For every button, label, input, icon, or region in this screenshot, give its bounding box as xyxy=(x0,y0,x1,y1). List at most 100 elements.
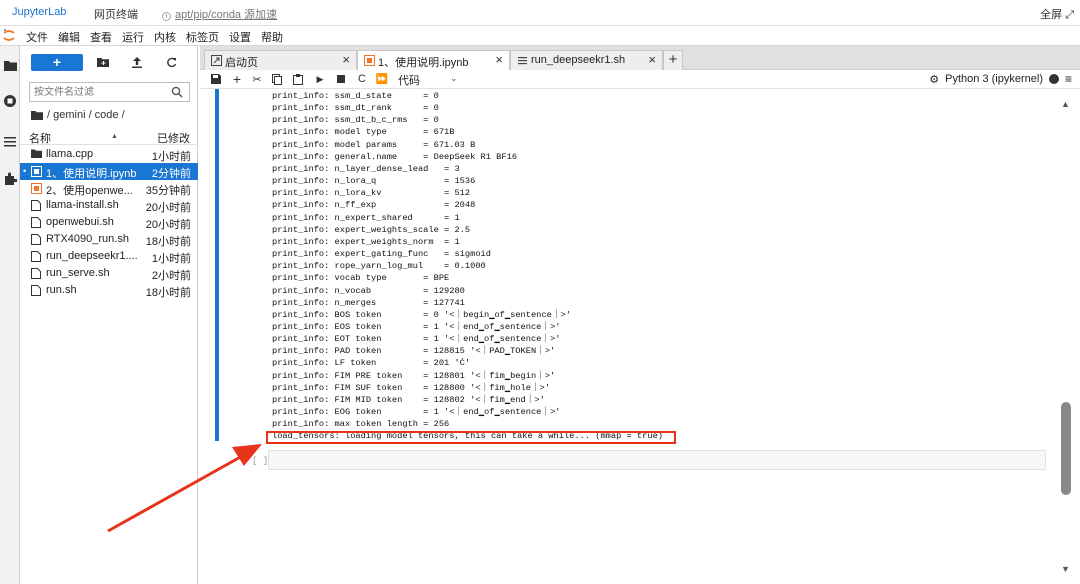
folder-icon[interactable] xyxy=(2,57,18,73)
file-name: llama-install.sh xyxy=(46,199,119,211)
restart-icon[interactable]: C xyxy=(355,72,369,86)
file-icon xyxy=(31,251,42,262)
file-name: openwebui.sh xyxy=(46,216,114,228)
output-line: print_info: ssm_dt_rank = 0 xyxy=(272,103,439,114)
output-line: print_info: model params = 671.03 B xyxy=(272,139,476,150)
menu-item[interactable]: 查看 xyxy=(90,29,112,45)
extension-icon[interactable] xyxy=(2,170,18,186)
cell-type-select[interactable]: 代码 xyxy=(398,72,420,88)
restart-run-all-icon[interactable]: ⏩ xyxy=(375,72,389,86)
jupyter-logo-icon xyxy=(3,29,15,41)
refresh-icon[interactable] xyxy=(164,55,178,69)
output-line: print_info: expert_weights_norm = 1 xyxy=(272,236,460,247)
menu-item[interactable]: 内核 xyxy=(154,29,176,45)
mirror-accel-link[interactable]: i apt/pip/conda 源加速 xyxy=(162,6,277,22)
output-line: print_info: EOG token = 1 '<｜end▁of▁sent… xyxy=(272,407,561,418)
output-line: print_info: model type = 671B xyxy=(272,127,455,138)
tab-label: 启动页 xyxy=(225,57,258,69)
web-terminal-link[interactable]: 网页终端 xyxy=(94,6,138,22)
chevron-down-icon[interactable]: ⌄ xyxy=(450,73,458,84)
output-line: print_info: rope_yarn_log_mul = 0.1000 xyxy=(272,261,486,272)
running-kernels-icon[interactable] xyxy=(2,93,18,109)
file-row[interactable]: • 1、使用说明.ipynb 2分钟前 xyxy=(20,163,198,180)
tab-label: run_deepseekr1.sh xyxy=(531,54,626,66)
output-line: print_info: n_ff_exp = 2048 xyxy=(272,200,476,211)
file-row[interactable]: openwebui.sh 20小时前 xyxy=(20,214,198,231)
file-row[interactable]: llama.cpp 1小时前 xyxy=(20,146,198,163)
file-row[interactable]: RTX4090_run.sh 18小时前 xyxy=(20,231,198,248)
scroll-up-icon[interactable]: ▲ xyxy=(1061,99,1070,109)
column-name-header[interactable]: 名称 xyxy=(29,130,51,146)
folder-icon xyxy=(31,149,42,160)
output-line: print_info: ssm_d_state = 0 xyxy=(272,91,439,101)
add-tab-button[interactable]: + xyxy=(663,50,683,70)
cut-icon[interactable]: ✂ xyxy=(250,72,264,86)
menu-item[interactable]: 编辑 xyxy=(58,29,80,45)
tab-label: 1、使用说明.ipynb xyxy=(378,57,469,69)
output-line: print_info: n_vocab = 129280 xyxy=(272,285,465,296)
file-list-header: 名称 ▲ 已修改 xyxy=(20,129,198,145)
file-name: 1、使用说明.ipynb xyxy=(46,168,137,180)
close-icon[interactable]: × xyxy=(495,52,503,67)
file-filter-input[interactable] xyxy=(34,85,164,99)
close-icon[interactable]: × xyxy=(648,52,656,67)
insert-cell-icon[interactable]: + xyxy=(230,71,244,87)
notebook-icon xyxy=(31,166,42,177)
run-icon[interactable]: ▶ xyxy=(313,72,327,86)
column-modified-header[interactable]: 已修改 xyxy=(157,130,190,146)
menu-item[interactable]: 运行 xyxy=(122,29,144,45)
scroll-down-icon[interactable]: ▼ xyxy=(1061,564,1070,574)
menu-item[interactable]: 设置 xyxy=(229,29,251,45)
kernel-name[interactable]: Python 3 (ipykernel) xyxy=(945,73,1043,85)
tab-shell-script[interactable]: run_deepseekr1.sh × xyxy=(510,50,663,70)
menu-item[interactable]: 标签页 xyxy=(186,29,219,45)
search-icon xyxy=(171,86,183,98)
output-line: print_info: vocab type = BPE xyxy=(272,273,450,284)
output-line: print_info: general.name = DeepSeek R1 B… xyxy=(272,151,518,162)
fullscreen-button[interactable]: 全屏 ⤢ xyxy=(1040,6,1074,22)
activity-bar xyxy=(0,46,20,584)
sort-asc-icon[interactable]: ▲ xyxy=(111,133,118,140)
file-browser-toolbar: + xyxy=(20,53,198,73)
file-row[interactable]: llama-install.sh 20小时前 xyxy=(20,197,198,214)
file-modified: 35分钟前 xyxy=(145,185,191,197)
file-modified: 18小时前 xyxy=(145,236,191,248)
file-filter-field[interactable] xyxy=(29,82,190,102)
breadcrumb-path[interactable]: / gemini / code / xyxy=(47,109,125,121)
file-icon xyxy=(31,234,42,245)
file-row[interactable]: run_deepseekr1.... 1小时前 xyxy=(20,248,198,265)
scrollbar-thumb[interactable] xyxy=(1061,402,1071,495)
gear-icon[interactable]: ⚙ xyxy=(929,73,939,86)
file-name: llama.cpp xyxy=(46,148,94,160)
close-icon[interactable]: × xyxy=(342,52,350,67)
tab-bar: 启动页 × 1、使用说明.ipynb × run_deepseekr1.sh ×… xyxy=(200,46,1080,70)
output-line: print_info: BOS token = 0 '<｜begin▁of▁se… xyxy=(272,309,571,320)
output-line: print_info: n_merges = 127741 xyxy=(272,297,465,308)
menu-icon[interactable]: ≡ xyxy=(1065,72,1072,86)
paste-icon[interactable] xyxy=(291,72,305,86)
code-cell-input[interactable] xyxy=(268,450,1046,470)
file-row[interactable]: run_serve.sh 2小时前 xyxy=(20,265,198,282)
vertical-scrollbar[interactable]: ▲ ▼ xyxy=(1059,89,1073,584)
output-line: print_info: LF token = 201 'Ċ' xyxy=(272,358,471,369)
menu-item[interactable]: 帮助 xyxy=(261,29,283,45)
tab-launcher[interactable]: 启动页 × xyxy=(204,50,357,70)
expand-icon: ⤢ xyxy=(1065,9,1074,21)
cell-output: print_info: ssm_d_state = 0 print_info: s… xyxy=(272,90,663,443)
file-row[interactable]: 2、使用openwe... 35分钟前 xyxy=(20,180,198,197)
stop-icon[interactable] xyxy=(334,72,348,86)
jupyterlab-link[interactable]: JupyterLab xyxy=(12,6,66,18)
file-modified: 20小时前 xyxy=(145,219,191,231)
upload-icon[interactable] xyxy=(130,55,144,69)
new-launcher-button[interactable]: + xyxy=(31,54,83,71)
file-row[interactable]: run.sh 18小时前 xyxy=(20,282,198,299)
file-name: run.sh xyxy=(46,284,77,296)
new-folder-icon[interactable] xyxy=(96,55,110,69)
kernel-status: ⚙ Python 3 (ipykernel) ≡ xyxy=(929,72,1072,86)
menu-item[interactable]: 文件 xyxy=(26,29,48,45)
folder-icon[interactable] xyxy=(31,110,43,120)
tab-notebook[interactable]: 1、使用说明.ipynb × xyxy=(357,50,510,70)
save-icon[interactable] xyxy=(209,72,223,86)
toc-icon[interactable] xyxy=(2,134,18,150)
copy-icon[interactable] xyxy=(270,72,284,86)
